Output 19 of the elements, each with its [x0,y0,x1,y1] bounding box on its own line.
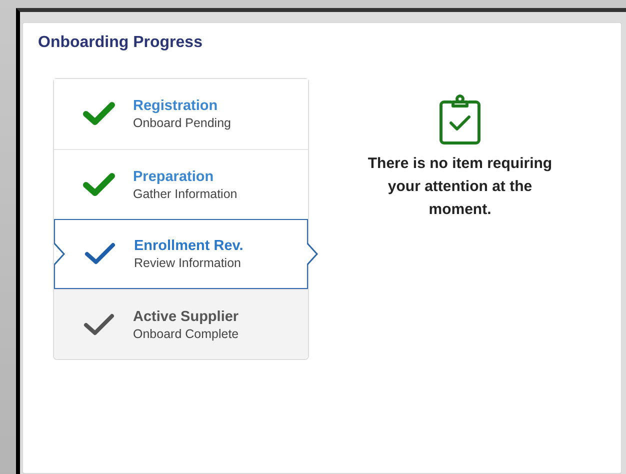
panel-title: Onboarding Progress [38,34,204,52]
step-item[interactable]: Enrollment Rev. Review Information [54,219,308,289]
step-item[interactable]: Active Supplier Onboard Complete [54,289,308,359]
check-icon [82,312,116,338]
check-icon [82,172,116,198]
pointer-notch-icon [307,243,319,265]
check-icon [82,101,116,127]
clipboard-check-icon [438,94,482,146]
check-icon [83,241,117,267]
empty-state-message: There is no item requiring your attention at the moment. [366,154,554,220]
step-subtitle: Review Information [134,255,242,271]
step-title: Preparation [133,168,215,186]
step-subtitle: Onboard Pending [133,115,231,131]
step-subtitle: Onboard Complete [133,326,239,342]
step-title: Registration [133,97,219,115]
pointer-notch-icon [54,243,66,265]
step-subtitle: Gather Information [133,186,238,202]
step-title: Active Supplier [133,308,239,326]
step-title: Enrollment Rev. [134,237,244,255]
